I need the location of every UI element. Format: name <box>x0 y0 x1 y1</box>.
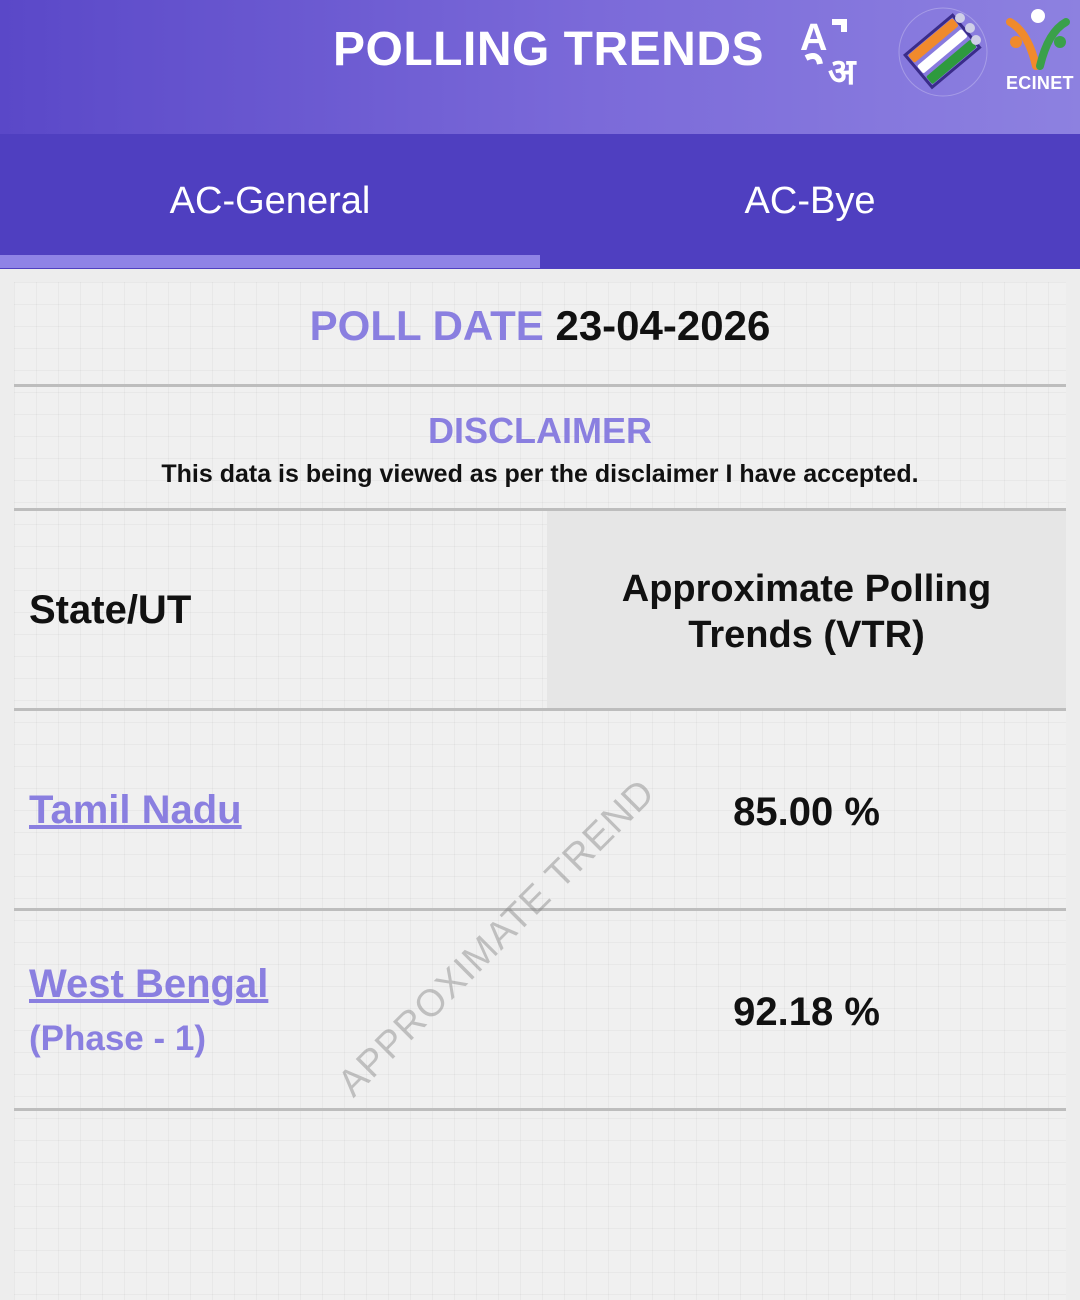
disclaimer-text: This data is being viewed as per the dis… <box>161 460 919 488</box>
tab-bar: AC-General AC-Bye <box>0 134 1080 269</box>
tab-ac-bye[interactable]: AC-Bye <box>540 134 1080 269</box>
svg-text:अ: अ <box>828 52 857 90</box>
app-header: POLLING TRENDS A अ ECINET <box>0 0 1080 134</box>
svg-text:A: A <box>800 17 827 59</box>
vtr-header-line1: Approximate Polling <box>621 568 992 610</box>
state-link-west-bengal[interactable]: West Bengal <box>29 962 268 1007</box>
vtr-value-west-bengal: 92.18 % <box>733 990 880 1034</box>
page-title: POLLING TRENDS <box>333 23 765 76</box>
vtr-value-tamil-nadu: 85.00 % <box>733 790 880 834</box>
polling-trends-card: POLL DATE 23-04-2026 DISCLAIMER This dat… <box>14 282 1066 1300</box>
eci-logo <box>898 7 988 97</box>
active-tab-indicator <box>0 255 540 268</box>
poll-date-label: POLL DATE <box>309 302 544 349</box>
state-phase-west-bengal: (Phase - 1) <box>29 1019 206 1058</box>
ecinet-label: ECINET <box>1006 73 1074 93</box>
tab-ac-general[interactable]: AC-General <box>0 134 540 269</box>
divider <box>14 384 1066 387</box>
disclaimer-title: DISCLAIMER <box>428 410 652 451</box>
state-column-header: State/UT <box>29 588 192 632</box>
vtr-column-header: Approximate Polling Trends (VTR) <box>547 566 1066 658</box>
poll-date: POLL DATE 23-04-2026 <box>14 302 1066 350</box>
language-toggle-icon[interactable]: A अ <box>798 10 878 90</box>
poll-date-value: 23-04-2026 <box>555 302 771 349</box>
vtr-header-line2: Trends (VTR) <box>688 614 925 656</box>
state-link-tamil-nadu[interactable]: Tamil Nadu <box>29 788 242 833</box>
divider <box>14 1108 1066 1111</box>
divider <box>14 708 1066 711</box>
